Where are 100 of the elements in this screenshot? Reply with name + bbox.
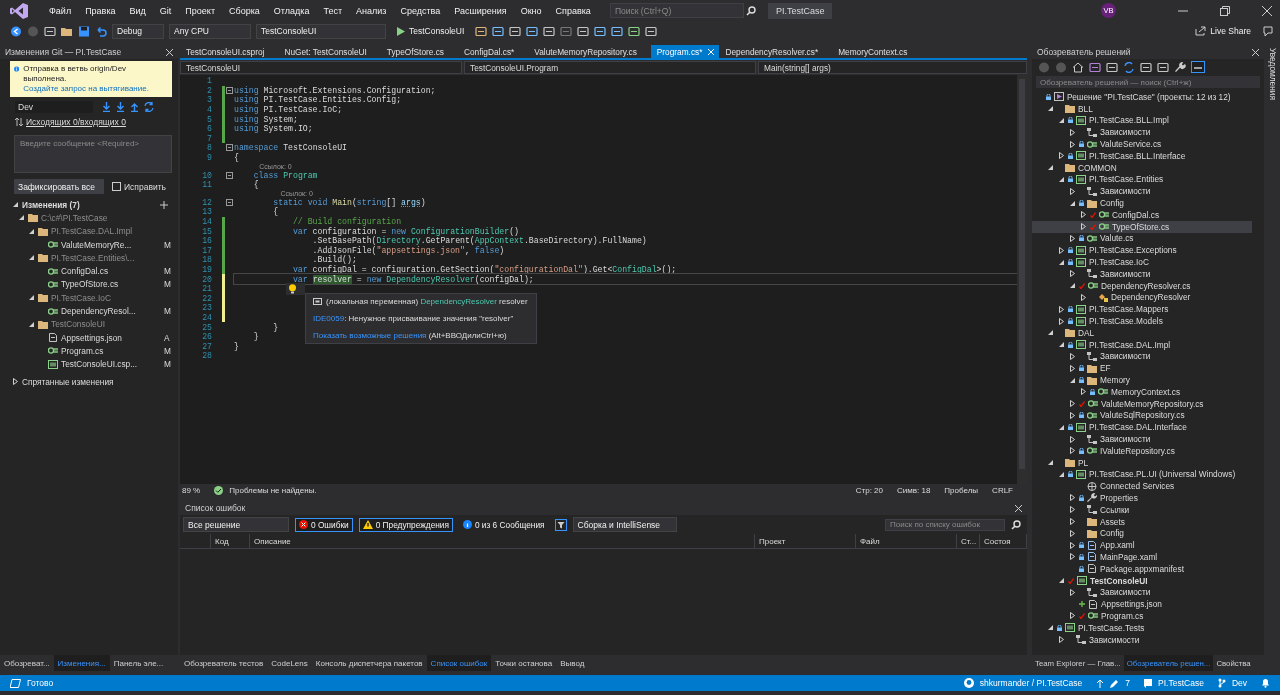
tree-item[interactable]: ConfigDal.cs [1032, 208, 1252, 221]
document-tab[interactable]: Program.cs* [650, 45, 720, 58]
toolbar-icon[interactable] [611, 25, 624, 37]
expander-icon[interactable] [1069, 411, 1076, 419]
tree-item[interactable]: Зависимости [1032, 185, 1252, 198]
expander-icon[interactable] [1069, 541, 1076, 549]
branch-name[interactable]: Dev [1231, 678, 1247, 688]
plus-icon[interactable] [160, 200, 168, 209]
expander-icon[interactable] [1058, 577, 1065, 585]
open-folder-icon[interactable] [61, 25, 73, 37]
panel-tab[interactable]: Консоль диспетчера пакетов [311, 655, 427, 671]
tree-item[interactable]: PI.TestCase.Exceptions [1032, 244, 1252, 257]
expander-icon[interactable] [1069, 435, 1076, 443]
scope-dropdown[interactable]: Все решение [183, 517, 289, 532]
back-icon[interactable] [10, 25, 22, 37]
close-icon[interactable] [166, 48, 173, 56]
tree-item[interactable]: TestConsoleUI [1032, 574, 1252, 587]
run-button[interactable]: TestConsoleUI [391, 23, 471, 39]
panel-tab[interactable]: Обозреват... [0, 655, 54, 671]
tree-item[interactable]: DependencyResol... M [0, 304, 178, 318]
expander-icon[interactable] [1069, 270, 1076, 278]
expander-icon[interactable] [1058, 636, 1065, 644]
collapse-icon[interactable] [226, 86, 233, 94]
toolbar-icon[interactable] [577, 25, 590, 37]
tree-item[interactable]: Valute.cs [1032, 232, 1252, 245]
amend-checkbox[interactable]: Исправить [112, 181, 166, 192]
tree-item[interactable]: PI.TestCase.IoC [0, 291, 178, 305]
tree-item[interactable]: ValuteMemoryRe... M [0, 237, 178, 252]
expander-icon[interactable] [1047, 624, 1054, 632]
tree-item[interactable]: PI.TestCase.BLL.Interface [1032, 150, 1252, 162]
bookmark-icon[interactable] [645, 25, 658, 37]
tree-item[interactable]: PI.TestCase.Entities\... [0, 251, 178, 265]
expander-icon[interactable] [1058, 341, 1065, 349]
live-share-button[interactable]: Live Share [1189, 23, 1257, 39]
expander-icon[interactable] [1047, 459, 1054, 467]
tree-item[interactable]: ConfigDal.cs M [0, 264, 178, 278]
tree-item[interactable]: Config [1032, 197, 1252, 209]
menu-item[interactable]: Окно [513, 5, 549, 16]
project-dropdown[interactable]: TestConsoleUI [180, 61, 462, 74]
expander-icon[interactable] [1069, 234, 1076, 242]
expander-icon[interactable] [1069, 364, 1076, 372]
expander-icon[interactable] [28, 227, 35, 235]
tree-item[interactable]: App.xaml [1032, 539, 1252, 552]
tree-item[interactable]: Config [1032, 527, 1252, 540]
expander-icon[interactable] [1069, 553, 1076, 561]
expander-icon[interactable] [1058, 258, 1065, 266]
expander-icon[interactable] [1069, 506, 1076, 514]
fetch-icon[interactable] [102, 102, 111, 112]
expander-icon[interactable] [1080, 293, 1087, 301]
tree-item[interactable]: PL [1032, 456, 1252, 469]
tree-item[interactable]: Appsettings.json [1032, 598, 1252, 611]
expander-icon[interactable] [1080, 388, 1087, 396]
tree-item[interactable]: PI.TestCase.Mappers [1032, 303, 1252, 316]
tree-item[interactable]: Зависимости [1032, 586, 1252, 599]
toolbar-icon[interactable] [1106, 61, 1118, 73]
source-dropdown[interactable]: Сборка и IntelliSense [572, 517, 677, 532]
tree-item[interactable]: DependencyResolver.cs [1032, 279, 1252, 292]
tree-item[interactable]: Зависимости [1032, 633, 1252, 646]
outgoing-incoming-link[interactable]: Исходящих 0/входящих 0 [26, 117, 126, 127]
toolbar-icon[interactable] [509, 25, 522, 37]
expander-icon[interactable] [1058, 175, 1065, 183]
expander-icon[interactable] [18, 214, 25, 222]
panel-tab[interactable]: CodeLens [267, 655, 312, 671]
expander-icon[interactable] [1080, 211, 1087, 219]
tree-item[interactable]: MemoryContext.cs [1032, 385, 1252, 398]
close-icon[interactable] [1252, 48, 1259, 56]
menu-item[interactable]: Отладка [266, 5, 317, 16]
expander-icon[interactable] [1069, 518, 1076, 526]
search-field[interactable]: Поиск по списку ошибок [885, 518, 1005, 531]
type-dropdown[interactable]: TestConsoleUI.Program [464, 61, 756, 74]
expander-icon[interactable] [28, 320, 35, 328]
undo-icon[interactable] [95, 25, 107, 37]
column-header[interactable]: Ст... [957, 534, 980, 548]
tree-item[interactable]: PI.TestCase.IoC [1032, 256, 1252, 268]
tree-item[interactable]: IValuteRepository.cs [1032, 444, 1252, 457]
column-header[interactable]: Код [211, 534, 250, 548]
menu-item[interactable]: Сборка [222, 5, 267, 16]
panel-tab[interactable]: Вывод [556, 655, 589, 671]
tree-item[interactable]: EF [1032, 362, 1252, 375]
menu-item[interactable]: Средства [393, 5, 448, 16]
menu-item[interactable]: Файл [42, 5, 79, 16]
expander-icon[interactable] [1069, 494, 1076, 502]
search-field[interactable]: Обозреватель решений — поиск (Ctrl+ж) [1036, 76, 1260, 88]
tree-item[interactable]: Program.cs M [0, 344, 178, 358]
up-arrow-icon[interactable] [1096, 678, 1105, 688]
expander-icon[interactable] [1069, 588, 1076, 596]
feedback-icon[interactable] [1262, 25, 1274, 37]
toolbar-icon[interactable] [1157, 61, 1169, 73]
tree-item[interactable]: Properties [1032, 492, 1252, 504]
tree-item[interactable]: PI.TestCase.DAL.Interface [1032, 421, 1252, 434]
expander-icon[interactable] [1047, 329, 1054, 337]
expander-icon[interactable] [1047, 105, 1054, 113]
expander-icon[interactable] [1069, 376, 1076, 384]
preview-icon[interactable] [1191, 61, 1205, 73]
expander-icon[interactable] [1069, 282, 1076, 290]
expander-icon[interactable] [12, 201, 19, 209]
panel-tab[interactable]: Обозреватель тестов [180, 655, 268, 671]
tree-item[interactable]: TestConsoleUI.csp... M [0, 357, 178, 371]
tree-item[interactable]: Спрятанные изменения [0, 374, 178, 389]
tree-item[interactable]: Зависимости [1032, 126, 1252, 139]
